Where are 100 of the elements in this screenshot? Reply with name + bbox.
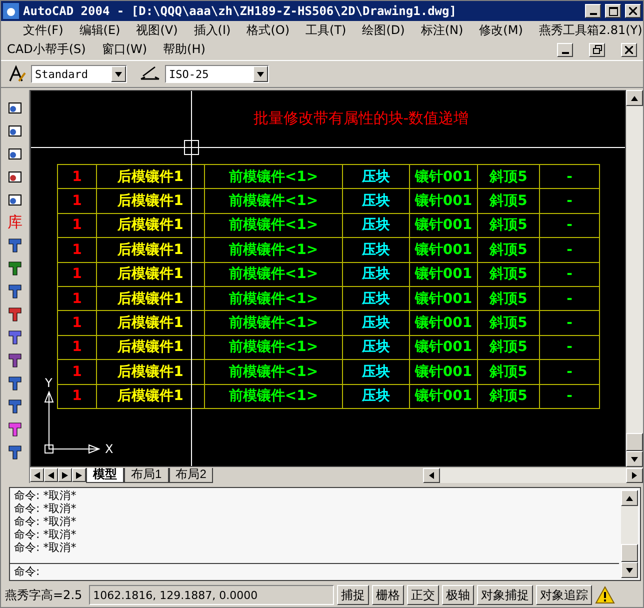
table-cell: 压块 xyxy=(343,214,410,238)
drawing-title: 批量修改带有属性的块-数值递增 xyxy=(252,109,470,128)
pickbox-cursor xyxy=(184,140,199,155)
minimize-button[interactable] xyxy=(585,4,601,18)
document-close-button[interactable] xyxy=(621,42,637,56)
scroll-thumb[interactable] xyxy=(626,433,643,451)
mold-part-icon[interactable] xyxy=(6,443,24,461)
command-prompt[interactable]: 命令: xyxy=(14,566,40,578)
scroll-up-button[interactable] xyxy=(626,90,643,106)
table-cell: 后模镶件1 xyxy=(97,262,205,287)
mold-part-icon[interactable] xyxy=(6,282,24,300)
menu-item[interactable]: 编辑(E) xyxy=(79,22,120,39)
table-cell: 压块 xyxy=(343,286,410,312)
table-cell: 斜顶5 xyxy=(478,238,540,263)
table-cell: 压块 xyxy=(343,384,410,409)
table-cell: 1 xyxy=(58,238,97,263)
menu-item[interactable]: 视图(V) xyxy=(136,22,178,39)
table-cell: 斜顶5 xyxy=(478,311,540,336)
menu-item[interactable]: CAD小帮手(S) xyxy=(7,41,86,58)
status-toggle-button[interactable]: 极轴 xyxy=(442,585,474,605)
document-minimize-button[interactable] xyxy=(557,42,573,56)
scroll-down-button[interactable] xyxy=(621,562,638,578)
menu-item[interactable]: 绘图(D) xyxy=(362,22,405,39)
menu-item[interactable]: 帮助(H) xyxy=(163,41,206,58)
close-button[interactable] xyxy=(625,4,641,18)
mold-part-icon[interactable] xyxy=(6,328,24,346)
layout-tab[interactable]: 布局2 xyxy=(168,468,214,482)
mold-part-icon[interactable] xyxy=(6,236,24,254)
table-cell: 压块 xyxy=(343,360,410,385)
menu-item[interactable]: 工具(T) xyxy=(306,22,346,39)
vertical-scrollbar[interactable] xyxy=(626,90,643,467)
table-cell: - xyxy=(540,189,600,214)
document-restore-button[interactable] xyxy=(589,42,605,56)
status-toggle-button[interactable]: 正交 xyxy=(407,585,440,605)
table-cell: 前模镶件<1> xyxy=(205,286,343,312)
table-cell: 镶针001 xyxy=(410,360,478,385)
menu-item[interactable]: 修改(M) xyxy=(479,22,523,39)
mold-part-icon[interactable] xyxy=(6,397,24,415)
table-cell: 后模镶件1 xyxy=(97,360,205,385)
scroll-right-button[interactable] xyxy=(626,468,643,482)
down-arrow-icon xyxy=(257,72,264,76)
down-arrow-icon xyxy=(626,568,633,572)
up-arrow-icon xyxy=(626,496,633,500)
maximize-button[interactable] xyxy=(605,4,621,18)
menu-item[interactable]: 格式(O) xyxy=(246,22,290,39)
status-toggle-button[interactable]: 对象捕捉 xyxy=(477,585,534,605)
status-toggle-button[interactable]: 捕捉 xyxy=(337,585,370,605)
table-cell: 斜顶5 xyxy=(478,262,540,287)
minimize-icon xyxy=(590,13,596,15)
command-history-line: 命令: *取消* xyxy=(14,542,78,554)
table-cell: 压块 xyxy=(343,165,410,190)
close-icon xyxy=(625,46,633,54)
close-icon xyxy=(629,7,637,15)
text-style-dropdown[interactable]: Standard xyxy=(31,65,127,83)
table-cell: 前模镶件<1> xyxy=(205,214,343,238)
mold-part-icon[interactable] xyxy=(6,351,24,369)
command-scrollbar[interactable] xyxy=(621,490,638,578)
tab-nav-button[interactable] xyxy=(72,468,86,482)
mold-part-icon[interactable] xyxy=(6,259,24,277)
mold-part-icon[interactable] xyxy=(6,374,24,392)
menu-item[interactable]: 标注(N) xyxy=(420,22,464,39)
horizontal-scrollbar[interactable] xyxy=(423,468,643,482)
scroll-left-button[interactable] xyxy=(423,468,440,482)
table-cell: 1 xyxy=(58,360,97,385)
tab-nav-button[interactable] xyxy=(44,468,58,482)
scroll-up-button[interactable] xyxy=(621,490,638,506)
table-cell: 1 xyxy=(58,165,97,190)
command-history-line: 命令: *取消* xyxy=(14,529,78,541)
table-cell: 斜顶5 xyxy=(478,165,540,190)
menu-item[interactable]: 窗口(W) xyxy=(102,41,148,58)
status-toggle-button[interactable]: 栅格 xyxy=(372,585,404,605)
table-cell: 镶针001 xyxy=(410,214,478,238)
table-cell: 前模镶件<1> xyxy=(205,336,343,360)
drawing-canvas[interactable] xyxy=(30,90,626,467)
table-cell: 压块 xyxy=(343,189,410,214)
layout-tab[interactable]: 模型 xyxy=(86,468,124,482)
layout-tab[interactable]: 布局1 xyxy=(124,468,169,482)
tab-nav-button[interactable] xyxy=(30,468,44,482)
command-history-line: 命令: *取消* xyxy=(14,516,78,528)
table-cell: 1 xyxy=(58,384,97,409)
mold-part-icon[interactable] xyxy=(6,420,24,438)
table-cell: 斜顶5 xyxy=(478,336,540,360)
menu-item[interactable]: 燕秀工具箱2.81(Y) xyxy=(538,22,642,39)
table-cell: - xyxy=(540,384,600,409)
table-cell: 后模镶件1 xyxy=(97,286,205,312)
menu-item[interactable]: 插入(I) xyxy=(194,22,231,39)
mold-part-icon[interactable] xyxy=(6,305,24,323)
maximize-icon xyxy=(608,6,618,16)
table-cell: 1 xyxy=(58,262,97,287)
table-cell: 后模镶件1 xyxy=(97,189,205,214)
menu-item[interactable]: 文件(F) xyxy=(23,22,64,39)
table-cell: 镶针001 xyxy=(410,165,478,190)
status-toggle-button[interactable]: 对象追踪 xyxy=(536,585,592,605)
tab-nav-button[interactable] xyxy=(58,468,72,482)
scroll-down-button[interactable] xyxy=(626,451,643,467)
text-style-icon[interactable] xyxy=(7,64,27,84)
table-cell: - xyxy=(540,360,600,385)
dimension-style-dropdown[interactable]: ISO-25 xyxy=(165,65,269,83)
scroll-thumb[interactable] xyxy=(621,544,638,562)
warning-icon[interactable] xyxy=(595,586,616,604)
